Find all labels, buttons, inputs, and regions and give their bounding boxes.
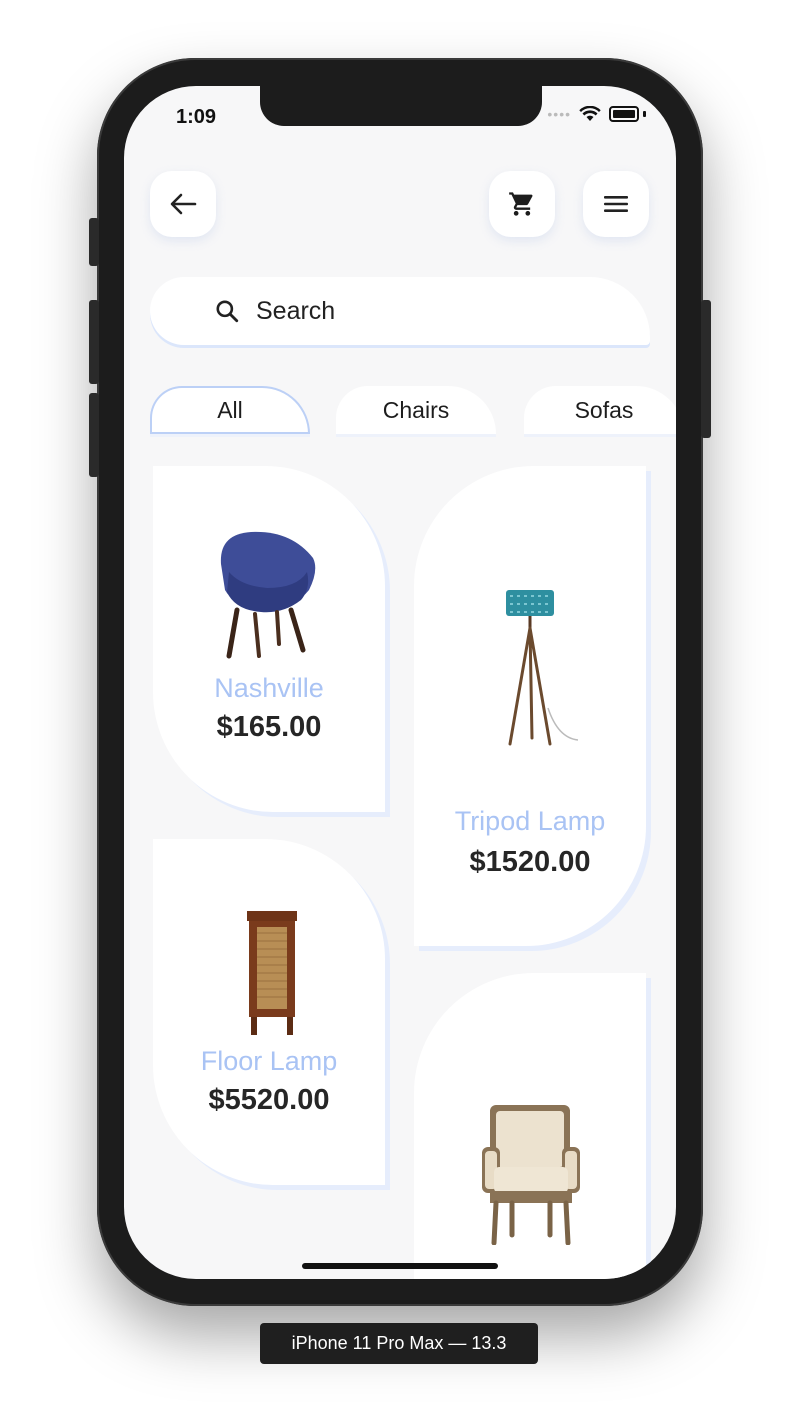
product-price: $165.00 <box>216 711 322 743</box>
cart-icon <box>509 192 533 216</box>
tripod-lamp-image <box>506 590 579 746</box>
power-button <box>701 300 711 438</box>
app-screen: 1:09 •••• Al <box>124 86 676 1279</box>
product-card-floor-lamp[interactable]: Floor Lamp $5520.00 <box>153 839 385 1185</box>
product-card-nashville[interactable]: Nashville $165.00 <box>153 466 385 812</box>
category-all[interactable]: All <box>150 386 310 434</box>
battery-tip <box>643 111 646 117</box>
device-label: iPhone 11 Pro Max — 13.3 <box>260 1323 538 1364</box>
category-chairs[interactable]: Chairs <box>336 386 496 434</box>
category-sofas[interactable]: Sofas <box>524 386 676 434</box>
search-bar[interactable] <box>150 277 650 345</box>
product-name: Tripod Lamp <box>454 806 606 836</box>
search-icon <box>216 300 239 323</box>
category-label: All <box>217 396 243 423</box>
volume-down-button <box>89 393 99 477</box>
menu-button[interactable] <box>583 171 649 237</box>
product-price: $1520.00 <box>469 846 591 878</box>
product-card-armchair[interactable] <box>414 973 646 1279</box>
mute-switch <box>89 218 99 266</box>
home-indicator <box>302 1263 498 1269</box>
menu-icon <box>604 196 628 212</box>
volume-up-button <box>89 300 99 384</box>
product-name: Floor Lamp <box>200 1046 338 1076</box>
signal-icon: •••• <box>547 106 571 122</box>
back-arrow-icon <box>170 193 197 215</box>
battery-icon <box>609 106 639 122</box>
status-time: 1:09 <box>176 106 217 128</box>
wifi-icon <box>579 106 601 121</box>
product-card-tripod-lamp[interactable]: Tripod Lamp $1520.00 <box>414 466 646 946</box>
floor-lamp-image <box>247 911 297 1035</box>
category-label: Sofas <box>574 396 634 423</box>
category-label: Chairs <box>382 396 450 423</box>
product-name: Nashville <box>214 673 324 703</box>
chair-image <box>220 531 316 659</box>
product-price: $5520.00 <box>208 1084 330 1116</box>
notch <box>260 86 542 126</box>
armchair-image <box>482 1105 580 1245</box>
back-button[interactable] <box>150 171 216 237</box>
status-icons: •••• <box>547 106 646 122</box>
cart-button[interactable] <box>489 171 555 237</box>
search-input[interactable] <box>254 295 558 327</box>
